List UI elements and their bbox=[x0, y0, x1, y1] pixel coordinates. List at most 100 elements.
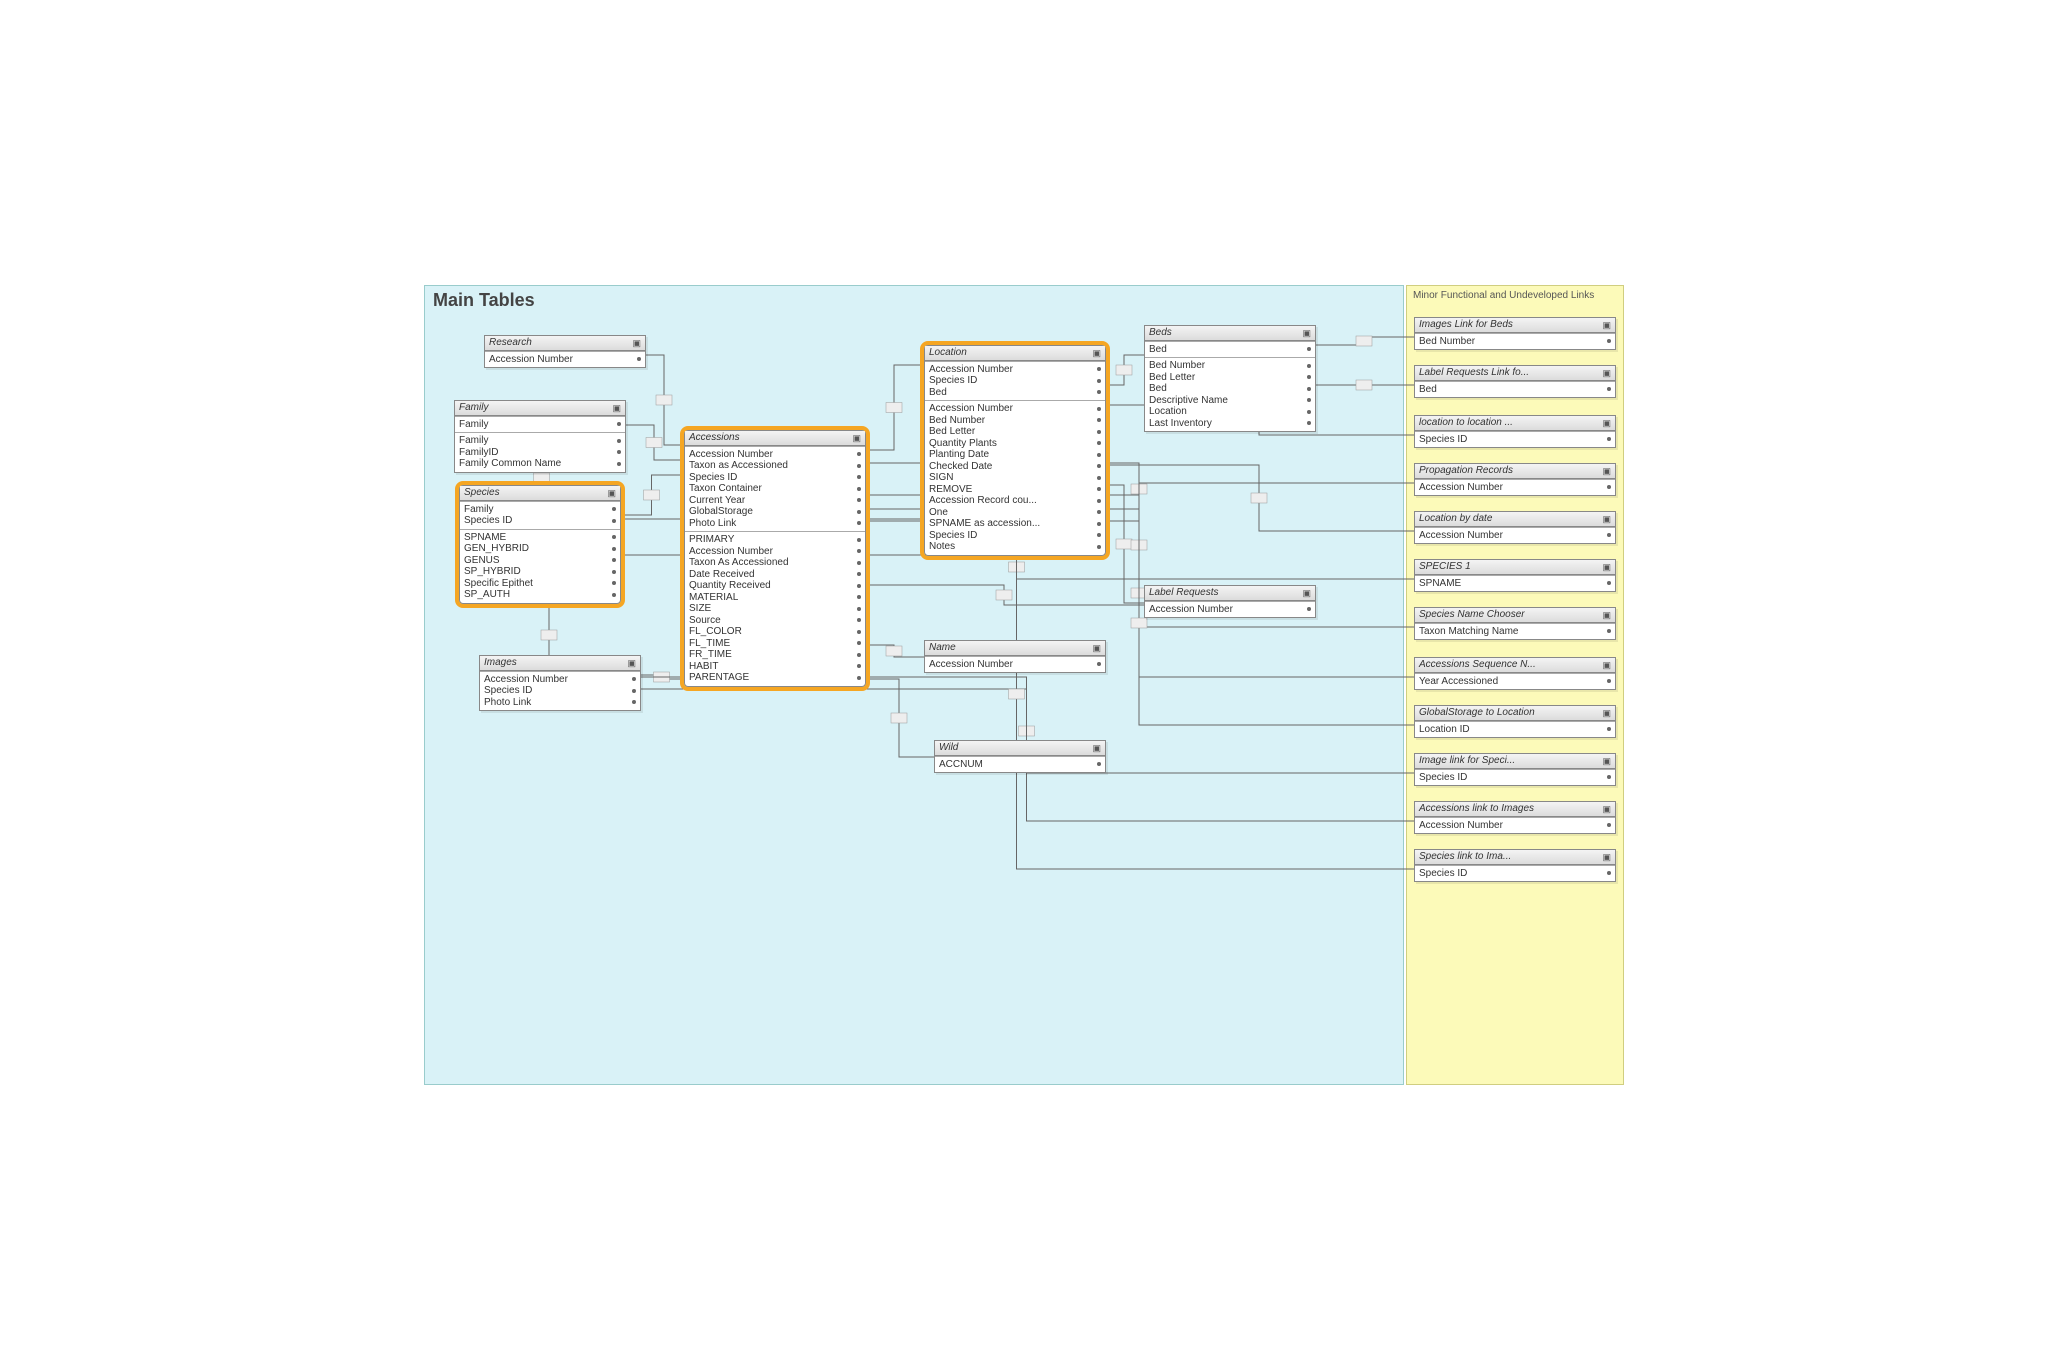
field-row[interactable]: Accession Number bbox=[480, 674, 640, 686]
field-row[interactable]: Bed Number bbox=[1415, 336, 1615, 348]
collapse-icon[interactable]: ▣ bbox=[1602, 562, 1611, 572]
table-box-species[interactable]: Species▣ FamilySpecies ID SPNAMEGEN_HYBRID… bbox=[459, 485, 621, 604]
field-row[interactable]: Checked Date bbox=[925, 461, 1105, 473]
field-row[interactable]: Accession Number bbox=[925, 403, 1105, 415]
table-titlebar[interactable]: Wild▣ bbox=[935, 741, 1105, 756]
table-box-location_by_date[interactable]: Location by date▣Accession Number bbox=[1414, 511, 1616, 544]
diagram-stage[interactable]: Main Tables Minor Functional and Undevel… bbox=[424, 285, 1624, 1085]
field-row[interactable]: Taxon as Accessioned bbox=[685, 460, 865, 472]
field-row[interactable]: Species ID bbox=[925, 375, 1105, 387]
field-row[interactable]: Year Accessioned bbox=[1415, 676, 1615, 688]
table-box-globalstorage_loc[interactable]: GlobalStorage to Location▣Location ID bbox=[1414, 705, 1616, 738]
table-box-location[interactable]: Location▣Accession NumberSpecies IDBedAc… bbox=[924, 345, 1106, 556]
field-row[interactable]: SPNAME bbox=[460, 532, 620, 544]
table-box-species_to_images[interactable]: Species link to Ima...▣Species ID bbox=[1414, 849, 1616, 882]
field-row[interactable]: Accession Number bbox=[685, 449, 865, 461]
table-box-label_requests[interactable]: Label Requests▣Accession Number bbox=[1144, 585, 1316, 618]
table-box-name[interactable]: Name▣ Accession Number bbox=[924, 640, 1106, 673]
collapse-icon[interactable]: ▣ bbox=[1602, 660, 1611, 670]
field-row[interactable]: Family bbox=[455, 419, 625, 431]
table-box-image_link_species[interactable]: Image link for Speci...▣Species ID bbox=[1414, 753, 1616, 786]
field-row[interactable]: Bed Number bbox=[1145, 360, 1315, 372]
table-box-wild[interactable]: Wild▣ ACCNUM bbox=[934, 740, 1106, 773]
table-box-accessions[interactable]: Accessions▣Accession NumberTaxon as Acce… bbox=[684, 430, 866, 687]
field-row[interactable]: Last Inventory bbox=[1145, 418, 1315, 430]
field-row[interactable]: Accession Number bbox=[685, 546, 865, 558]
collapse-icon[interactable]: ▣ bbox=[627, 658, 636, 668]
table-box-label_requests_link[interactable]: Label Requests Link fo...▣ Bed bbox=[1414, 365, 1616, 398]
field-row[interactable]: Source bbox=[685, 615, 865, 627]
field-row[interactable]: Notes bbox=[925, 541, 1105, 553]
collapse-icon[interactable]: ▣ bbox=[1602, 368, 1611, 378]
table-box-beds[interactable]: Beds▣BedBed NumberBed LetterBedDescripti… bbox=[1144, 325, 1316, 432]
field-row[interactable]: Quantity Plants bbox=[925, 438, 1105, 450]
table-titlebar[interactable]: Species Name Chooser▣ bbox=[1415, 608, 1615, 623]
collapse-icon[interactable]: ▣ bbox=[1602, 320, 1611, 330]
field-row[interactable]: PARENTAGE bbox=[685, 672, 865, 684]
field-row[interactable]: One bbox=[925, 507, 1105, 519]
table-titlebar[interactable]: Images Link for Beds▣ bbox=[1415, 318, 1615, 333]
collapse-icon[interactable]: ▣ bbox=[1602, 804, 1611, 814]
field-row[interactable]: ACCNUM bbox=[935, 759, 1105, 771]
field-row[interactable]: Accession Number bbox=[1415, 820, 1615, 832]
field-row[interactable]: Taxon Container bbox=[685, 483, 865, 495]
collapse-icon[interactable]: ▣ bbox=[852, 433, 861, 443]
field-row[interactable]: Taxon Matching Name bbox=[1415, 626, 1615, 638]
field-row[interactable]: Quantity Received bbox=[685, 580, 865, 592]
collapse-icon[interactable]: ▣ bbox=[1602, 756, 1611, 766]
field-row[interactable]: Bed bbox=[1415, 384, 1615, 396]
field-row[interactable]: Photo Link bbox=[685, 518, 865, 530]
table-titlebar[interactable]: Family▣ bbox=[455, 401, 625, 416]
collapse-icon[interactable]: ▣ bbox=[1602, 610, 1611, 620]
field-row[interactable]: Family bbox=[460, 504, 620, 516]
table-box-location_to_location[interactable]: location to location ...▣ Species ID bbox=[1414, 415, 1616, 448]
field-row[interactable]: Species ID bbox=[685, 472, 865, 484]
field-row[interactable]: Accession Number bbox=[1415, 482, 1615, 494]
field-row[interactable]: Bed bbox=[1145, 344, 1315, 356]
field-row[interactable]: Bed Number bbox=[925, 415, 1105, 427]
field-row[interactable]: Species ID bbox=[480, 685, 640, 697]
field-row[interactable]: Species ID bbox=[460, 515, 620, 527]
collapse-icon[interactable]: ▣ bbox=[632, 338, 641, 348]
field-row[interactable]: Accession Number bbox=[925, 364, 1105, 376]
field-row[interactable]: GEN_HYBRID bbox=[460, 543, 620, 555]
field-row[interactable]: Taxon As Accessioned bbox=[685, 557, 865, 569]
collapse-icon[interactable]: ▣ bbox=[1302, 328, 1311, 338]
table-titlebar[interactable]: Label Requests Link fo...▣ bbox=[1415, 366, 1615, 381]
table-titlebar[interactable]: Accessions▣ bbox=[685, 431, 865, 446]
table-titlebar[interactable]: SPECIES 1▣ bbox=[1415, 560, 1615, 575]
table-box-accessions_to_images[interactable]: Accessions link to Images▣Accession Numb… bbox=[1414, 801, 1616, 834]
field-row[interactable]: GlobalStorage bbox=[685, 506, 865, 518]
table-titlebar[interactable]: GlobalStorage to Location▣ bbox=[1415, 706, 1615, 721]
collapse-icon[interactable]: ▣ bbox=[1602, 708, 1611, 718]
field-row[interactable]: SIZE bbox=[685, 603, 865, 615]
table-titlebar[interactable]: Location▣ bbox=[925, 346, 1105, 361]
table-titlebar[interactable]: Research▣ bbox=[485, 336, 645, 351]
field-row[interactable]: Accession Number bbox=[485, 354, 645, 366]
field-row[interactable]: Accession Record cou... bbox=[925, 495, 1105, 507]
field-row[interactable]: Accession Number bbox=[925, 659, 1105, 671]
collapse-icon[interactable]: ▣ bbox=[612, 403, 621, 413]
field-row[interactable]: Species ID bbox=[1415, 434, 1615, 446]
collapse-icon[interactable]: ▣ bbox=[1602, 418, 1611, 428]
collapse-icon[interactable]: ▣ bbox=[1092, 643, 1101, 653]
field-row[interactable]: FR_TIME bbox=[685, 649, 865, 661]
field-row[interactable]: Location bbox=[1145, 406, 1315, 418]
collapse-icon[interactable]: ▣ bbox=[1302, 588, 1311, 598]
table-titlebar[interactable]: Images▣ bbox=[480, 656, 640, 671]
table-titlebar[interactable]: Beds▣ bbox=[1145, 326, 1315, 341]
table-titlebar[interactable]: Accessions Sequence N...▣ bbox=[1415, 658, 1615, 673]
field-row[interactable]: SP_HYBRID bbox=[460, 566, 620, 578]
field-row[interactable]: REMOVE bbox=[925, 484, 1105, 496]
field-row[interactable]: Bed Letter bbox=[1145, 372, 1315, 384]
table-titlebar[interactable]: Species▣ bbox=[460, 486, 620, 501]
table-titlebar[interactable]: Name▣ bbox=[925, 641, 1105, 656]
collapse-icon[interactable]: ▣ bbox=[1092, 348, 1101, 358]
collapse-icon[interactable]: ▣ bbox=[1602, 514, 1611, 524]
table-titlebar[interactable]: location to location ...▣ bbox=[1415, 416, 1615, 431]
field-row[interactable]: HABIT bbox=[685, 661, 865, 673]
collapse-icon[interactable]: ▣ bbox=[1092, 743, 1101, 753]
field-row[interactable]: Species ID bbox=[925, 530, 1105, 542]
field-row[interactable]: Photo Link bbox=[480, 697, 640, 709]
field-row[interactable]: Bed Letter bbox=[925, 426, 1105, 438]
